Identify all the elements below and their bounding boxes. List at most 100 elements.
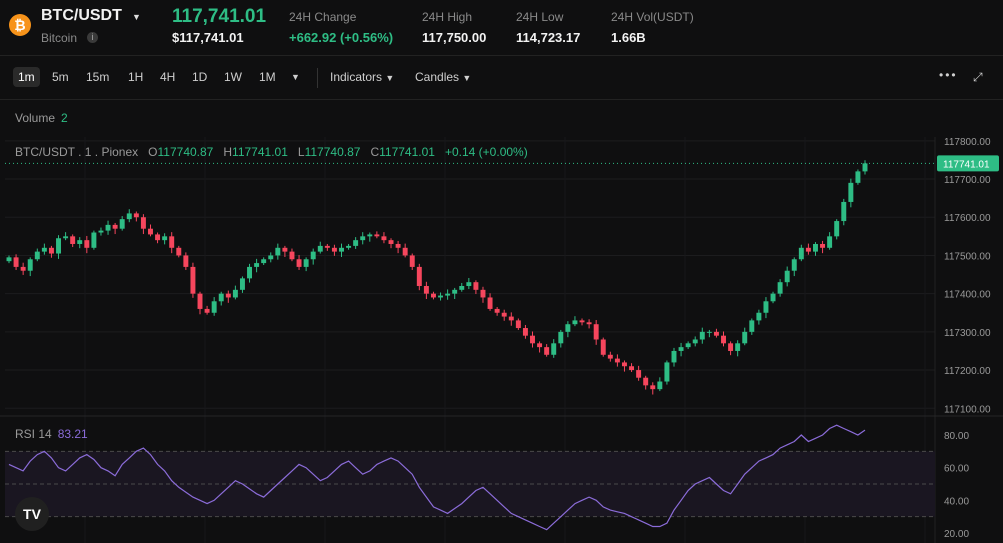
candle-down [409,255,415,267]
candle-up [438,295,444,298]
candle-up [317,245,323,252]
candle-down [169,236,175,248]
candle-down [614,358,620,363]
candle-down [530,335,535,344]
candle-up [119,219,125,229]
legend-close: 117741.01 [379,145,435,159]
rsi-legend[interactable]: RSI 14 83.21 [15,427,88,441]
candle-up [777,282,783,294]
candle-up [346,245,352,248]
candle-up [452,289,458,294]
candle-down [494,308,500,313]
legend-low: 117740.87 [304,145,361,159]
candle-down [190,266,196,294]
candle-up [254,263,260,267]
price-chart[interactable]: 117800.00 117700.00 117600.00 117500.00 1174… [0,0,1003,543]
candle-down [374,234,380,237]
candle-up [848,182,854,202]
legend-symbol: BTC/USDT . 1 . Pionex [15,145,139,159]
candle-down [183,255,189,267]
candle-down [197,293,203,309]
candle-down [544,347,550,355]
price-tick-label: 117600.00 [944,213,991,224]
candle-up [77,240,83,244]
candle-down [636,370,642,378]
price-tick-label: 117300.00 [944,328,991,339]
rsi-tick-label: 80.00 [944,431,969,442]
ohlc-legend: BTC/USDT . 1 . Pionex O117740.87 H117741… [15,145,528,159]
legend-high: 117741.01 [232,145,288,159]
candle-down [84,240,90,248]
candle-up [565,324,571,332]
candle-down [20,266,26,271]
candle-down [423,286,429,294]
candle-down [721,335,726,344]
last-price-tag-label: 117741.01 [943,159,990,170]
candle-down [621,362,627,367]
legend-l-label: L [297,145,305,159]
candle-down [607,354,613,359]
candle-down [204,308,210,313]
candle-down [133,213,139,218]
candle-up [791,259,797,271]
legend-change: +0.14 (+0.00%) [444,145,528,159]
candle-up [34,251,40,260]
candle-down [487,297,493,309]
candle-down [820,243,826,248]
candle-down [728,343,734,351]
candle-up [763,301,769,313]
candle-down [296,259,302,267]
candle-down [112,224,118,229]
candle-down [805,247,811,252]
candle-down [289,251,295,260]
candle-up [678,347,684,351]
candle-up [232,289,238,298]
candle-up [367,234,373,237]
rsi-tick-label: 60.00 [944,464,969,475]
candle-down [155,234,161,241]
candle-up [834,221,840,237]
candle-up [657,381,663,390]
candle-down [388,240,394,244]
candle-down [225,293,231,298]
candle-up [162,236,168,241]
rsi-label: RSI 14 [15,427,52,441]
candle-up [572,320,578,325]
candle-up [268,255,274,260]
candle-up [770,293,776,302]
candle-up [353,240,359,246]
candle-down [713,331,719,336]
candle-down [650,385,656,390]
candle-up [275,247,281,256]
candle-up [126,213,132,220]
candle-down [176,247,182,256]
candle-down [331,247,337,252]
candle-down [282,247,288,252]
candle-up [756,312,762,321]
candle-up [98,230,104,233]
candle-up [798,247,804,260]
candle-up [247,266,253,279]
tradingview-logo[interactable]: TV [15,497,49,531]
price-tick-label: 117700.00 [944,175,991,186]
candle-down [140,217,146,229]
candle-up [303,259,309,267]
candle-up [310,251,316,260]
legend-open: 117740.87 [157,145,214,159]
candle-up [692,339,698,344]
candle-down [48,247,54,254]
price-tick-label: 117800.00 [944,137,991,148]
candle-up [749,320,755,332]
candle-up [735,343,741,351]
rsi-value: 83.21 [57,427,88,441]
candle-up [445,293,451,296]
candle-up [218,293,224,302]
candle-up [91,232,97,248]
candle-down [70,236,76,244]
candle-up [855,171,861,183]
candle-up [551,343,557,355]
candle-down [430,293,436,298]
candle-down [515,320,521,329]
candle-up [827,236,833,248]
candle-down [395,243,401,248]
